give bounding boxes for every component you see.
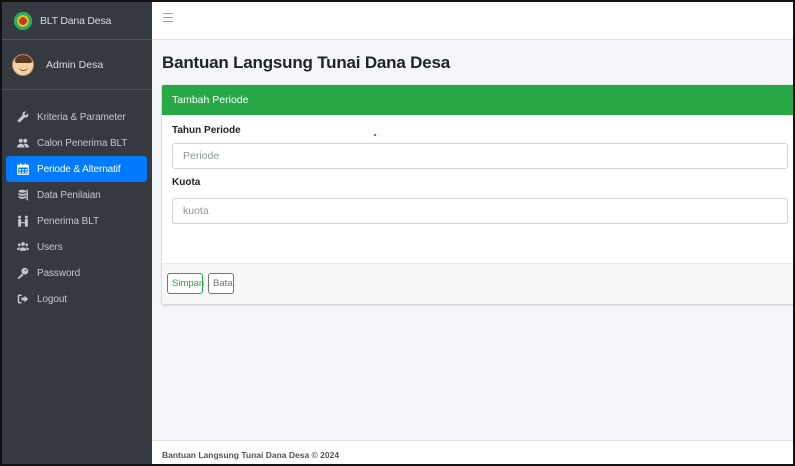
sidebar-item-logout[interactable]: Logout (6, 286, 147, 312)
hamburger-icon[interactable] (163, 13, 173, 23)
red-dot-mark (374, 134, 376, 136)
cancel-button[interactable]: Batal (208, 273, 235, 294)
user-avatar-icon (12, 53, 34, 76)
page-title: Bantuan Langsung Tunai Dana Desa (162, 53, 450, 72)
people-arrows-icon (16, 215, 29, 227)
database-icon (16, 189, 29, 201)
sidebar-item-password[interactable]: Password (6, 260, 147, 286)
period-input[interactable] (172, 143, 788, 169)
add-period-card: Tambah Periode Tahun Periode Kuota Simpa… (162, 85, 793, 304)
card-body: Tahun Periode Kuota (162, 115, 793, 263)
main-content: Bantuan Langsung Tunai Dana Desa Tambah … (152, 40, 793, 440)
calendar-icon (16, 163, 29, 175)
village-emblem-icon (14, 11, 32, 30)
sidebar-item-calon-penerima[interactable]: Calon Penerima BLT (6, 130, 147, 156)
sidebar-item-label: Data Penilaian (37, 189, 101, 201)
brand-name: BLT Dana Desa (40, 14, 112, 27)
topbar (152, 2, 793, 40)
sign-out-icon (16, 293, 29, 305)
save-button[interactable]: Simpan (167, 273, 204, 294)
period-label: Tahun Periode (172, 125, 241, 136)
quota-label: Kuota (172, 177, 201, 188)
sidebar-item-label: Password (37, 267, 81, 279)
sidebar-item-label: Users (37, 241, 63, 253)
sidebar-item-users[interactable]: Users (6, 234, 147, 260)
sidebar-item-label: Periode & Alternatif (37, 163, 121, 175)
sidebar-item-data-penilaian[interactable]: Data Penilaian (6, 182, 147, 208)
quota-input[interactable] (172, 198, 788, 224)
sidebar-nav: Kriteria & Parameter Calon Penerima BLT … (2, 90, 152, 312)
app-window: BLT Dana Desa Admin Desa Kriteria & Para… (0, 0, 795, 466)
users-icon (16, 137, 29, 149)
card-footer: Simpan Batal (162, 263, 793, 304)
key-icon (16, 267, 29, 279)
users-cog-icon (16, 241, 29, 253)
wrench-icon (16, 111, 29, 123)
user-name: Admin Desa (46, 58, 104, 71)
sidebar-item-label: Penerima BLT (37, 215, 99, 227)
card-header: Tambah Periode (162, 85, 793, 115)
sidebar-item-label: Calon Penerima BLT (37, 137, 128, 149)
sidebar: BLT Dana Desa Admin Desa Kriteria & Para… (2, 2, 152, 464)
brand-link[interactable]: BLT Dana Desa (2, 2, 152, 40)
sidebar-item-penerima[interactable]: Penerima BLT (6, 208, 147, 234)
sidebar-item-kriteria[interactable]: Kriteria & Parameter (6, 104, 147, 130)
user-panel[interactable]: Admin Desa (2, 40, 152, 90)
page-footer: Bantuan Langsung Tunai Dana Desa © 2024 (152, 440, 793, 464)
sidebar-item-periode[interactable]: Periode & Alternatif (6, 156, 147, 182)
sidebar-item-label: Kriteria & Parameter (37, 111, 126, 123)
sidebar-item-label: Logout (37, 293, 67, 305)
